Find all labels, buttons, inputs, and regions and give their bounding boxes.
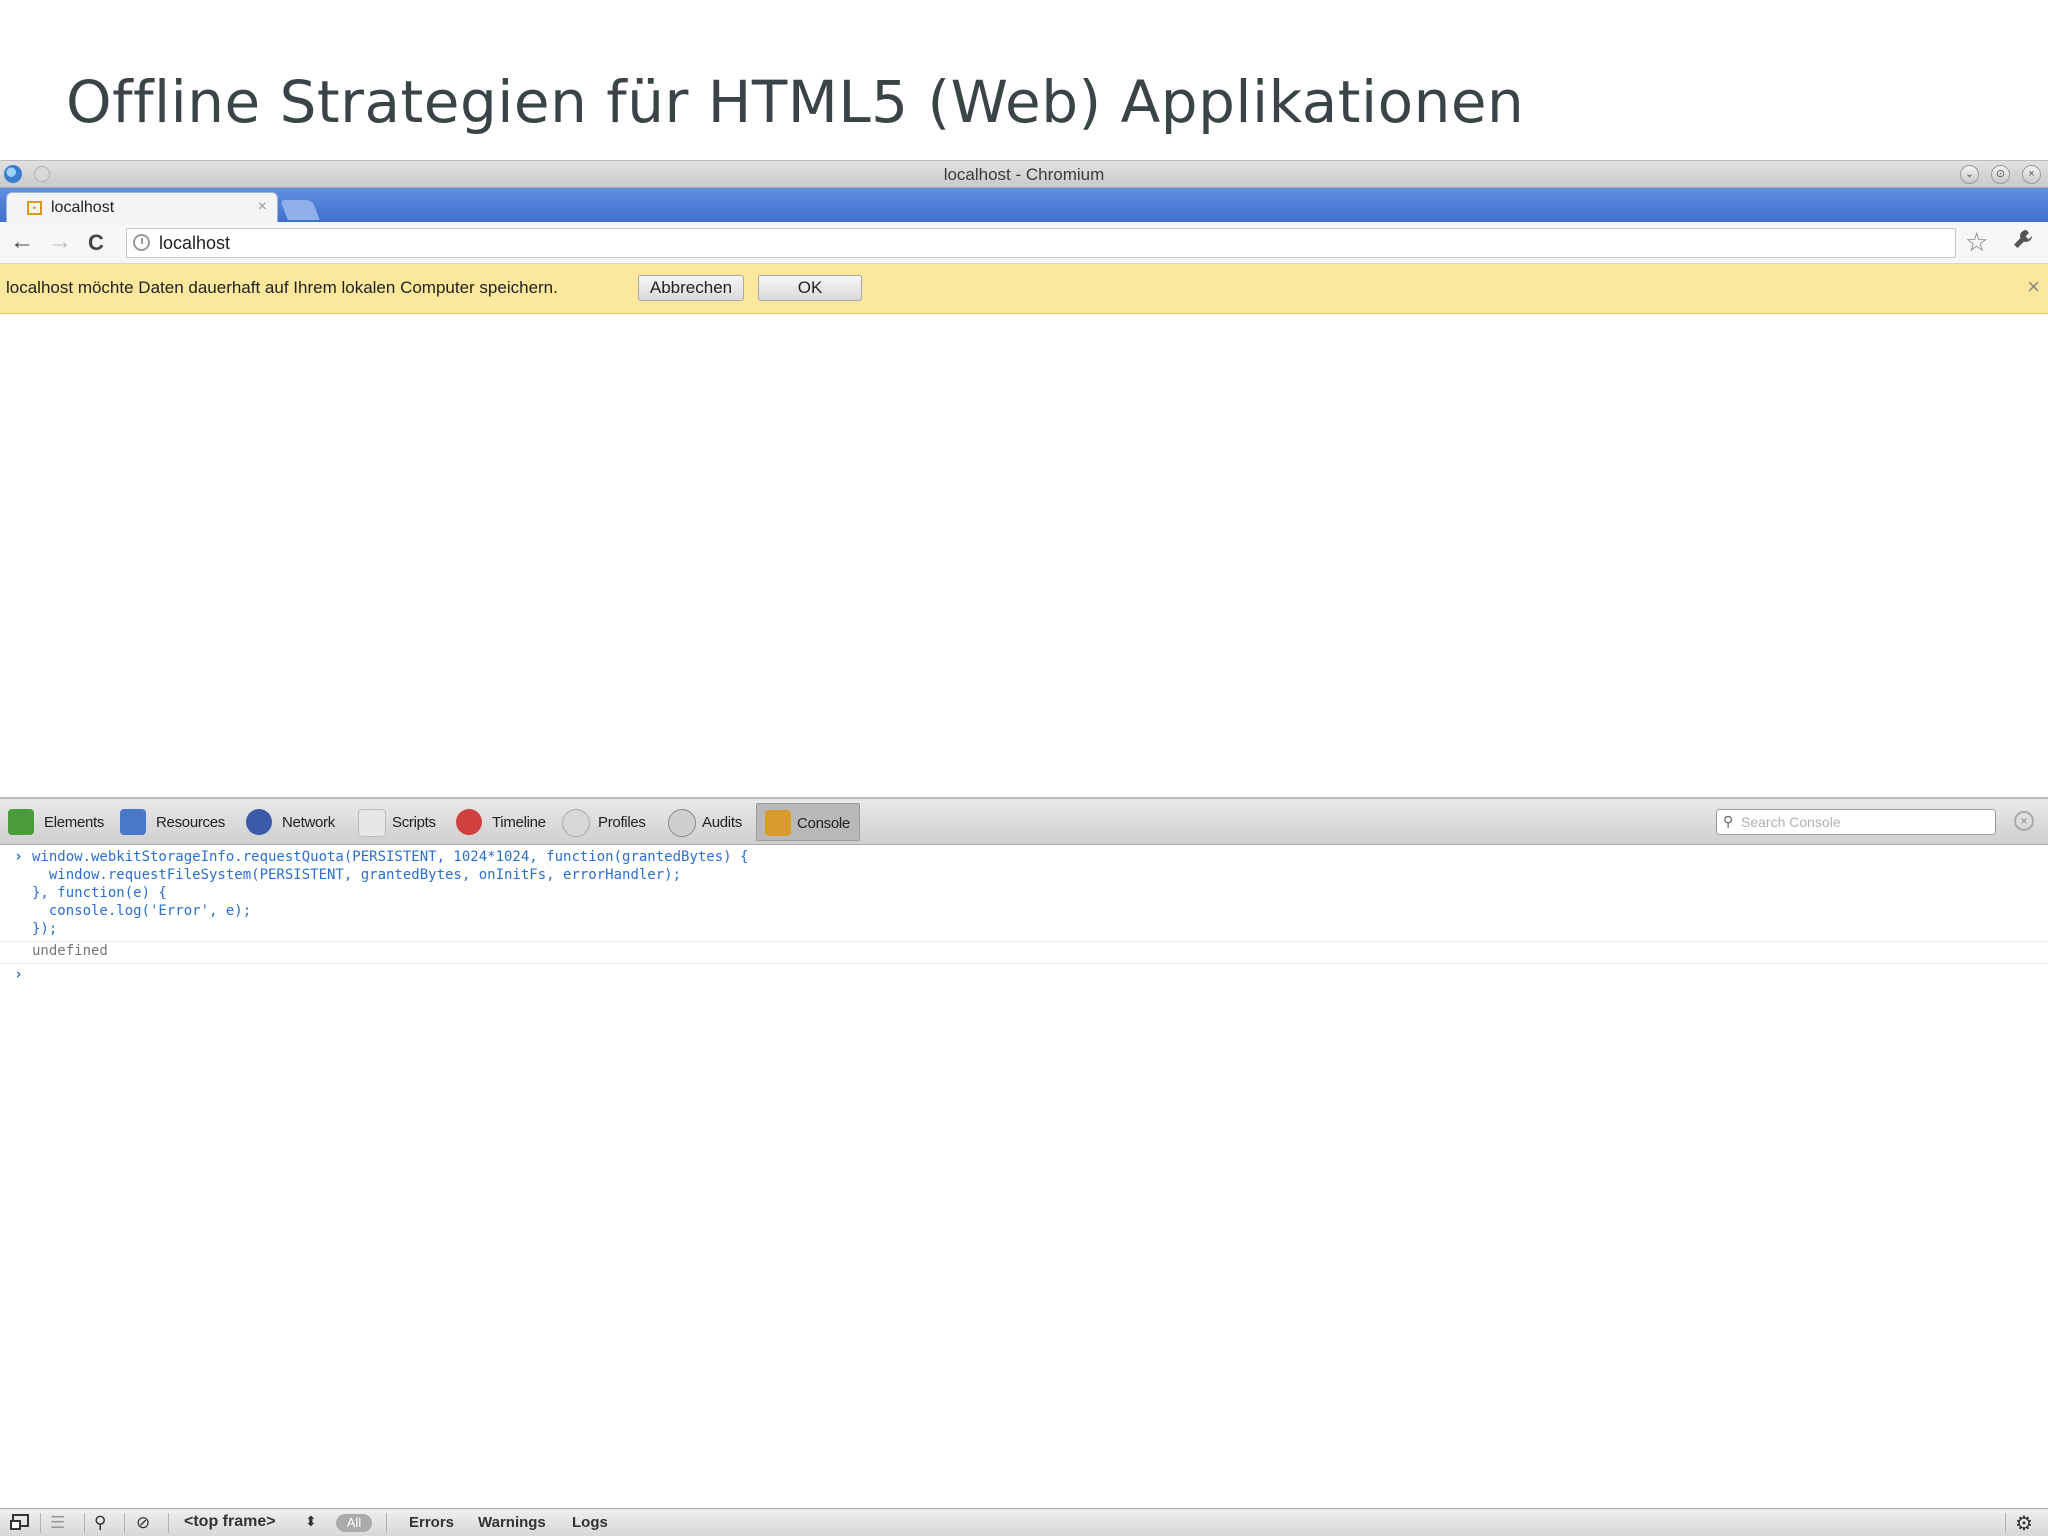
filter-warnings[interactable]: Warnings xyxy=(478,1514,546,1531)
devtools-statusbar: ☰ ⚲ ⊘ <top frame> ⬍ All Errors Warnings … xyxy=(0,1508,2048,1536)
frame-select-chevron-icon[interactable]: ⬍ xyxy=(305,1513,317,1530)
forward-icon[interactable]: → xyxy=(48,228,72,256)
console-input-prompt[interactable]: › xyxy=(14,965,23,983)
tab-close-icon[interactable]: × xyxy=(258,198,267,216)
storage-infobar: localhost möchte Daten dauerhaft auf Ihr… xyxy=(0,264,2048,314)
console-input-line: }); xyxy=(32,921,58,937)
clear-console-icon[interactable]: ⊘ xyxy=(136,1513,150,1533)
console-panel[interactable]: › window.webkitStorageInfo.requestQuota(… xyxy=(0,845,2048,1505)
devtools-toolbar: Elements Resources Network Scripts Timel… xyxy=(0,797,2048,845)
window-titlebar: localhost - Chromium ⌄ ⊙ × xyxy=(0,160,2048,188)
infobar-close-icon[interactable]: × xyxy=(2027,274,2040,300)
infobar-message: localhost möchte Daten dauerhaft auf Ihr… xyxy=(6,278,558,297)
tab-label: Network xyxy=(282,814,335,831)
scripts-icon xyxy=(358,809,386,837)
resources-icon xyxy=(120,809,146,835)
tab-label: Scripts xyxy=(392,814,436,831)
settings-gear-icon[interactable]: ⚙ xyxy=(2015,1511,2033,1536)
tab-resources[interactable]: Resources xyxy=(120,803,232,841)
filter-logs[interactable]: Logs xyxy=(572,1514,608,1531)
bookmark-star-icon[interactable]: ☆ xyxy=(1965,227,1988,258)
dock-icon[interactable] xyxy=(10,1513,30,1536)
page-info-icon[interactable] xyxy=(133,234,150,251)
back-icon[interactable]: ← xyxy=(10,228,34,256)
filter-all[interactable]: All xyxy=(336,1514,372,1532)
tab-timeline[interactable]: Timeline xyxy=(456,803,550,841)
tab-label: Elements xyxy=(44,814,105,831)
reload-icon[interactable]: C xyxy=(88,230,104,256)
tab-profiles[interactable]: Profiles xyxy=(562,803,656,841)
tab-elements[interactable]: Elements xyxy=(8,803,108,841)
maximize-icon[interactable]: ⊙ xyxy=(1991,165,2010,184)
tab-localhost[interactable]: • localhost × xyxy=(6,192,278,222)
ok-button[interactable]: OK xyxy=(758,275,862,301)
audits-icon xyxy=(668,809,696,837)
tab-label: localhost xyxy=(51,199,115,216)
close-icon[interactable]: × xyxy=(2022,165,2041,184)
tab-label: Console xyxy=(797,815,850,832)
console-input-line: console.log('Error', e); xyxy=(32,903,252,919)
cancel-button[interactable]: Abbrechen xyxy=(638,275,744,301)
tab-audits[interactable]: Audits xyxy=(668,803,750,841)
slide-title: Offline Strategien für HTML5 (Web) Appli… xyxy=(66,68,1525,136)
profiles-icon xyxy=(562,809,590,837)
elements-icon xyxy=(8,809,34,835)
browser-toolbar: ← → C localhost ☆ xyxy=(0,222,2048,264)
tab-label: Audits xyxy=(702,814,742,831)
browser-window: localhost - Chromium ⌄ ⊙ × • localhost ×… xyxy=(0,160,2048,1536)
new-tab-button[interactable] xyxy=(280,200,320,220)
console-input-line: }, function(e) { xyxy=(32,885,167,901)
tab-label: Profiles xyxy=(598,814,646,831)
filter-errors[interactable]: Errors xyxy=(409,1514,454,1531)
address-bar[interactable]: localhost xyxy=(126,228,1956,258)
page-favicon-icon: • xyxy=(27,201,42,215)
show-drawer-icon[interactable]: ☰ xyxy=(50,1513,65,1533)
frame-select[interactable]: <top frame> xyxy=(184,1513,276,1531)
console-result: undefined xyxy=(32,943,108,959)
console-icon xyxy=(765,810,791,836)
tab-label: Resources xyxy=(156,814,225,831)
minimize-icon[interactable]: ⌄ xyxy=(1960,165,1979,184)
tab-console[interactable]: Console xyxy=(756,803,860,841)
console-prompt-icon: › xyxy=(14,847,24,865)
tab-network[interactable]: Network xyxy=(246,803,342,841)
network-icon xyxy=(246,809,272,835)
timeline-icon xyxy=(456,809,482,835)
search-placeholder: Search Console xyxy=(1741,814,1841,830)
tab-scripts[interactable]: Scripts xyxy=(358,803,444,841)
window-title: localhost - Chromium xyxy=(943,165,1105,184)
tab-label: Timeline xyxy=(492,814,546,831)
console-input-line: window.requestFileSystem(PERSISTENT, gra… xyxy=(32,867,682,883)
address-url[interactable]: localhost xyxy=(159,233,230,254)
console-search-input[interactable]: ⚲ Search Console xyxy=(1716,809,1996,835)
devtools-close-icon[interactable]: × xyxy=(2014,811,2034,831)
tab-strip: • localhost × xyxy=(0,188,2048,222)
console-input-line: window.webkitStorageInfo.requestQuota(PE… xyxy=(32,849,749,865)
inspect-search-icon[interactable]: ⚲ xyxy=(94,1513,106,1533)
search-icon: ⚲ xyxy=(1723,813,1734,829)
wrench-menu-icon[interactable] xyxy=(2012,228,2034,256)
